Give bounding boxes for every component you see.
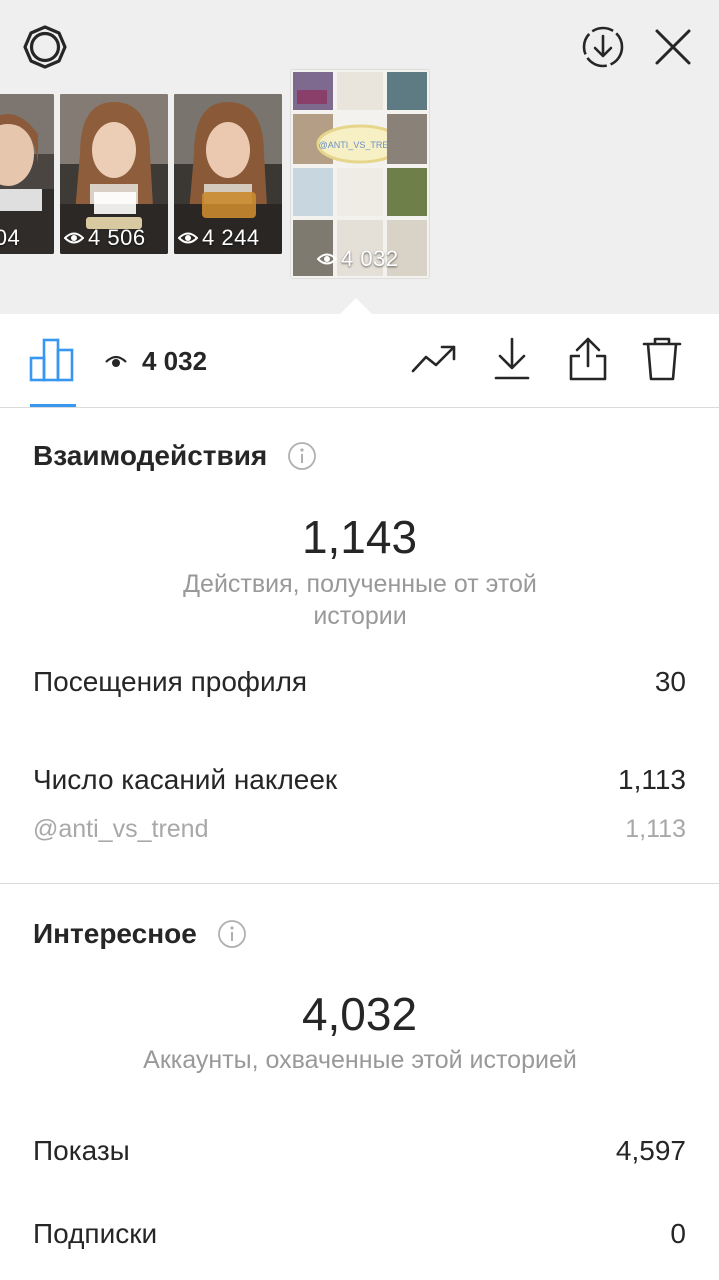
insights-tab[interactable] [26,334,78,384]
eye-icon [317,253,337,265]
sticker-mention-label: @anti_vs_trend [33,815,209,843]
download-circle-icon [582,26,624,68]
section-title: Взаимодействия [33,440,268,471]
eye-icon [64,232,84,244]
impressions-label: Показы [33,1135,130,1166]
gear-icon [23,25,67,69]
info-icon[interactable] [217,919,247,949]
eye-icon [178,232,198,244]
download-button[interactable] [486,334,538,384]
sticker-taps-value: 1,113 [618,764,686,795]
interactions-total: 1,143 [301,511,418,563]
discovery-header: Интересное [33,918,247,950]
views-count-text: 4 032 [142,346,208,376]
close-button[interactable] [648,24,698,70]
story-thumbnail-selected[interactable]: @ANTI_VS_TREND 4 032 [291,70,429,278]
sticker-taps-label: Число касаний наклеек [33,764,338,795]
selection-caret [338,298,374,316]
trash-icon [642,337,682,381]
follows-label: Подписки [33,1218,158,1249]
view-count: 704 [0,225,21,250]
sticker-mention-value: 1,113 [625,815,686,843]
profile-visits-value: 30 [654,666,686,697]
share-button[interactable] [562,334,614,384]
close-icon [655,29,691,65]
follows-value: 0 [670,1218,686,1249]
info-icon[interactable] [287,441,317,471]
story-strip-area: 704 4 506 [0,0,719,316]
interactions-caption: Действия, полученные от этой истории [183,570,537,630]
impressions-value: 4,597 [615,1135,686,1166]
share-icon [569,337,607,381]
trending-up-icon [411,345,456,373]
promote-button[interactable] [408,334,460,384]
view-count: 4 032 [317,246,399,272]
profile-visits-label: Посещения профиля [33,666,308,697]
reach-total: 4,032 [301,988,418,1040]
delete-button[interactable] [636,334,688,384]
story-thumbnail[interactable]: 4 506 [60,94,168,254]
settings-button[interactable] [20,24,70,70]
active-tab-indicator [30,404,76,407]
story-thumbnail[interactable]: 4 244 [174,94,282,254]
section-title: Интересное [33,918,197,949]
story-views: 4 032 [104,346,207,377]
story-thumbnail[interactable]: 704 [0,94,54,254]
view-count: 4 506 [64,225,146,251]
interactions-header: Взаимодействия [33,440,317,472]
download-icon [494,337,530,380]
save-story-button[interactable] [578,24,628,70]
bar-chart-icon [29,338,74,382]
eye-icon [105,355,127,367]
section-divider [0,883,719,884]
reach-caption: Аккаунты, охваченные этой историей [143,1046,577,1074]
story-toolbar: 4 032 [0,314,719,408]
view-count: 4 244 [178,225,260,251]
